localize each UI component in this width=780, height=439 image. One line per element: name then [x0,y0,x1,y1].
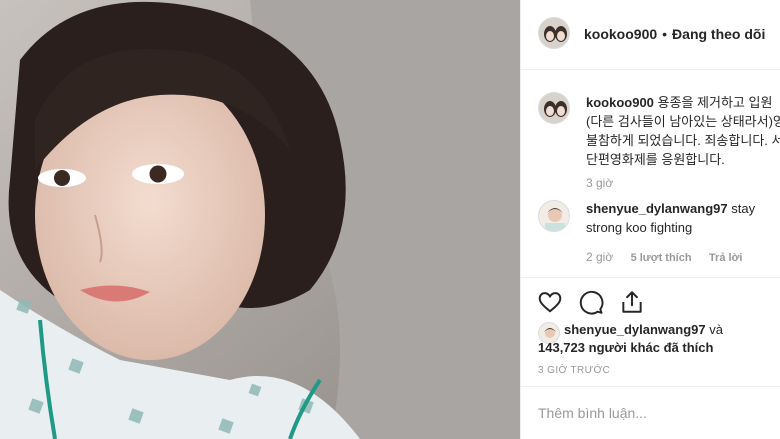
author-avatar[interactable] [538,17,570,49]
author-username[interactable]: kookoo900 [584,26,657,42]
likes-suffix[interactable]: người khác đã thích [589,340,714,355]
caption-line-2: (다른 검사들이 남아있는 상태라서)영 [586,114,780,129]
caption-line-4: 단편영화제를 응원합니다. [586,152,725,167]
caption-line-3: 불참하게 되었습니다. 죄송합니다. 서 [586,133,780,148]
comment-line-2: strong koo fighting [586,220,693,235]
actions-divider [521,277,780,278]
header-divider [521,69,780,70]
commenter-avatar[interactable] [538,200,570,232]
comment-reply-button[interactable]: Trả lời [709,252,743,264]
share-icon[interactable] [619,289,645,315]
liker-username[interactable]: shenyue_dylanwang97 [564,322,706,337]
post-side-panel: kookoo900 • Đang theo dõi kookoo900 용종을 제거… [520,0,780,439]
add-comment-input[interactable]: Thêm bình luận... [538,405,647,421]
post-photo[interactable] [0,0,520,439]
post-timestamp[interactable]: 3 GIỜ TRƯỚC [538,365,610,376]
post-header: kookoo900 • Đang theo dõi [584,26,765,42]
comment-username[interactable]: shenyue_dylanwang97 [586,201,728,216]
caption-line-1: 용종을 제거하고 입원 [657,95,773,110]
likes-connector: và [709,322,723,337]
caption-text: kookoo900 용종을 제거하고 입원 (다른 검사들이 남아있는 상태라서… [586,93,780,169]
caption-avatar[interactable] [538,92,570,124]
comment-text: shenyue_dylanwang97 stay strong koo figh… [586,199,755,237]
comment-icon[interactable] [578,289,604,315]
heart-icon[interactable] [537,289,563,315]
comment-likes[interactable]: 5 lượt thích [631,252,692,264]
follow-status-button[interactable]: Đang theo dõi [672,26,765,42]
likes-summary: shenyue_dylanwang97 và 143,723 người khá… [538,321,723,357]
comment-time[interactable]: 2 giờ [586,250,613,264]
comment-box-divider [521,386,780,387]
caption-meta: 3 giờ [586,176,627,190]
comment-line-1: stay [731,201,756,216]
comment-meta: 2 giờ 5 lượt thích Trả lời [586,250,756,264]
caption-time[interactable]: 3 giờ [586,176,613,190]
separator-dot: • [662,26,668,42]
caption-username[interactable]: kookoo900 [586,95,654,110]
likes-count[interactable]: 143,723 [538,340,585,355]
